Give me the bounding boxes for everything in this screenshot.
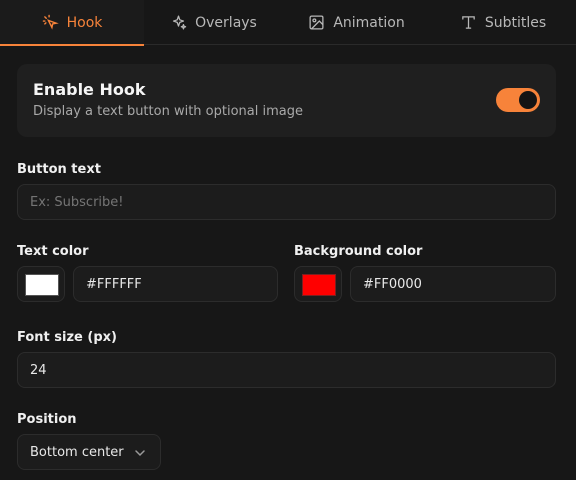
type-icon (462, 16, 475, 29)
position-select[interactable]: Bottom center (17, 434, 161, 470)
chevron-down-icon (135, 450, 145, 457)
background-color-value: #FF0000 (363, 276, 422, 292)
text-color-picker[interactable] (17, 266, 65, 302)
tab-hook[interactable]: Hook (0, 0, 144, 46)
background-color-input[interactable]: #FF0000 (350, 266, 556, 302)
button-text-input[interactable] (17, 184, 556, 220)
enable-hook-title: Enable Hook (33, 80, 146, 99)
position-value: Bottom center (30, 444, 124, 460)
toggle-knob (519, 91, 537, 109)
background-color-picker[interactable] (294, 266, 342, 302)
enable-hook-toggle[interactable] (496, 88, 540, 112)
tab-bar: Hook Overlays Animation Subtitles (0, 0, 576, 46)
image-icon (309, 15, 324, 30)
font-size-input[interactable]: 24 (17, 352, 556, 388)
enable-hook-card: Enable Hook Display a text button with o… (17, 64, 556, 137)
tab-label: Overlays (195, 14, 257, 31)
tab-label: Hook (66, 14, 103, 31)
background-color-swatch (302, 274, 336, 296)
tab-overlays[interactable]: Overlays (144, 0, 283, 45)
sparkles-icon (173, 15, 187, 30)
tab-label: Subtitles (484, 14, 547, 31)
text-color-label: Text color (17, 244, 89, 259)
enable-hook-description: Display a text button with optional imag… (33, 104, 303, 119)
font-size-value: 24 (30, 362, 47, 378)
position-label: Position (17, 412, 77, 427)
font-size-label: Font size (px) (17, 330, 117, 345)
tab-label: Animation (333, 14, 405, 31)
tab-subtitles[interactable]: Subtitles (430, 0, 576, 45)
background-color-label: Background color (294, 244, 423, 259)
hook-sparkle-icon (42, 14, 59, 30)
text-color-value: #FFFFFF (86, 276, 142, 292)
tab-animation[interactable]: Animation (283, 0, 430, 45)
text-color-swatch (25, 274, 59, 296)
text-color-input[interactable]: #FFFFFF (73, 266, 278, 302)
button-text-label: Button text (17, 162, 101, 177)
